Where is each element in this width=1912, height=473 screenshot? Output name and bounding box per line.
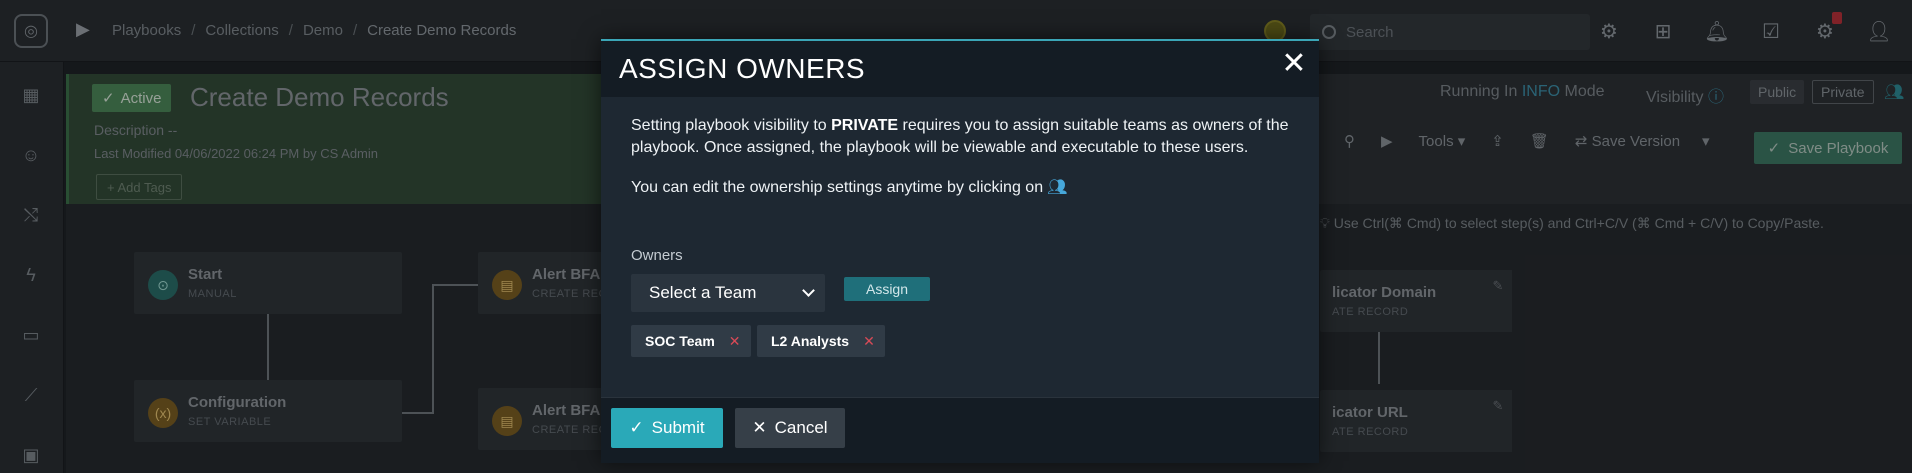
chevron-down-icon <box>802 284 815 297</box>
remove-tag-icon[interactable]: ✕ <box>863 333 875 350</box>
description-pre: Setting playbook visibility to <box>631 117 832 134</box>
team-select-dropdown[interactable]: Select a Team <box>631 274 825 312</box>
description-bold: PRIVATE <box>831 117 899 134</box>
modal-footer: ✓ Submit ✕ Cancel <box>601 397 1319 463</box>
cancel-label: Cancel <box>774 418 828 437</box>
cancel-button[interactable]: ✕ Cancel <box>735 408 845 448</box>
modal-title: ASSIGN OWNERS <box>619 53 866 84</box>
owner-tag-label: SOC Team <box>645 333 715 349</box>
assign-owners-modal: ASSIGN OWNERS ✕ Setting playbook visibil… <box>601 39 1319 463</box>
modal-edit-note: You can edit the ownership settings anyt… <box>631 177 1301 199</box>
check-icon: ✓ <box>629 418 644 437</box>
edit-note-text: You can edit the ownership settings anyt… <box>631 179 1044 196</box>
modal-body: Setting playbook visibility to PRIVATE r… <box>631 115 1301 217</box>
remove-tag-icon[interactable]: ✕ <box>729 333 741 350</box>
modal-description: Setting playbook visibility to PRIVATE r… <box>631 115 1301 159</box>
submit-label: Submit <box>651 418 705 437</box>
assign-button[interactable]: Assign <box>844 277 930 301</box>
team-icon: 👥︎ <box>1047 179 1068 196</box>
close-icon: ✕ <box>752 418 767 437</box>
modal-header: ASSIGN OWNERS ✕ <box>601 41 1319 97</box>
owners-label: Owners <box>631 247 683 264</box>
owner-tag-label: L2 Analysts <box>771 333 850 349</box>
close-icon[interactable]: ✕ <box>1279 49 1309 79</box>
submit-button[interactable]: ✓ Submit <box>611 408 723 448</box>
owner-tag: SOC Team ✕ <box>631 325 751 357</box>
owner-tag: L2 Analysts ✕ <box>757 325 885 357</box>
team-select-value: Select a Team <box>649 283 757 302</box>
